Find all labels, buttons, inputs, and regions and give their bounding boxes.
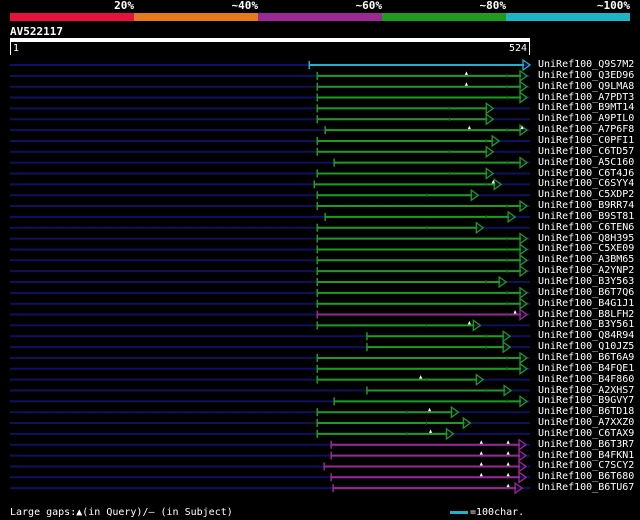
hit-name[interactable]: UniRef100_B9GVY7 — [538, 395, 634, 406]
hit-name[interactable]: UniRef100_A7PDT3 — [538, 92, 634, 103]
hit-name[interactable]: UniRef100_B6TU67 — [538, 482, 634, 493]
hit-name[interactable]: UniRef100_C6TEN6 — [538, 222, 634, 233]
hit-name[interactable]: UniRef100_C0PFI1 — [538, 135, 634, 146]
hit-name[interactable]: UniRef100_B4FQE1 — [538, 363, 634, 374]
query-gap-marker — [506, 440, 510, 444]
hit-name[interactable]: UniRef100_B4G1J1 — [538, 298, 634, 309]
hit-name[interactable]: UniRef100_C5XDP2 — [538, 189, 634, 200]
scale-label: =100char. — [470, 507, 525, 518]
hit-name[interactable]: UniRef100_B3Y563 — [538, 276, 634, 287]
query-gap-marker — [464, 82, 468, 86]
query-gap-marker — [513, 310, 517, 314]
query-gap-marker — [467, 125, 471, 130]
large-gaps-legend: Large gaps:▲(in Query)/– (in Subject) — [10, 507, 233, 518]
hit-name[interactable]: UniRef100_C6TAX9 — [538, 428, 634, 439]
hit-name[interactable]: UniRef100_B4F860 — [538, 374, 634, 385]
hit-name[interactable]: UniRef100_A7XXZ0 — [538, 417, 634, 428]
hit-name[interactable]: UniRef100_B9MT14 — [538, 102, 634, 113]
hit-name[interactable]: UniRef100_A5C160 — [538, 157, 634, 168]
scale-legend: =100char. — [450, 507, 524, 518]
hit-name[interactable]: UniRef100_B4FKN1 — [538, 450, 634, 461]
hit-name[interactable]: UniRef100_Q3ED96 — [538, 70, 634, 81]
query-gap-marker — [479, 472, 483, 477]
hit-name[interactable]: UniRef100_B3Y561 — [538, 319, 634, 330]
hit-name[interactable]: UniRef100_A7P6F8 — [538, 124, 634, 135]
hit-name[interactable]: UniRef100_C6T4J6 — [538, 168, 634, 179]
hit-name[interactable]: UniRef100_B6T680 — [538, 471, 634, 482]
hit-name[interactable]: UniRef100_A9PIL0 — [538, 113, 634, 124]
hit-name[interactable]: UniRef100_B6T3R7 — [538, 439, 634, 450]
hit-name[interactable]: UniRef100_B6TD18 — [538, 406, 634, 417]
query-gap-marker — [419, 375, 423, 379]
hit-name[interactable]: UniRef100_Q9LMA8 — [538, 81, 634, 92]
query-gap-marker — [506, 483, 510, 488]
hit-name[interactable]: UniRef100_Q9S7M2 — [538, 59, 634, 70]
hit-name[interactable]: UniRef100_C7SCY2 — [538, 460, 634, 471]
hit-name[interactable]: UniRef100_Q84R94 — [538, 330, 634, 341]
hit-name[interactable]: UniRef100_B8LFH2 — [538, 309, 634, 320]
query-gap-marker — [479, 451, 483, 455]
hit-name[interactable]: UniRef100_Q8H395 — [538, 233, 634, 244]
query-gap-marker — [479, 461, 483, 466]
query-gap-marker — [427, 407, 432, 412]
hit-name[interactable]: UniRef100_Q10JZ5 — [538, 341, 634, 352]
hit-name[interactable]: UniRef100_A3BM65 — [538, 254, 634, 265]
query-gap-marker — [506, 472, 510, 477]
hit-name[interactable]: UniRef100_A2XHS7 — [538, 385, 634, 396]
query-gap-marker — [464, 71, 468, 75]
hit-name[interactable]: UniRef100_A2YNP2 — [538, 265, 634, 276]
hit-name[interactable]: UniRef100_B6T7Q6 — [538, 287, 634, 298]
hit-name[interactable]: UniRef100_B6T6A9 — [538, 352, 634, 363]
hit-name[interactable]: UniRef100_C6TD57 — [538, 146, 634, 157]
hit-name[interactable]: UniRef100_C5XE09 — [538, 243, 634, 254]
hit-name[interactable]: UniRef100_B9RR74 — [538, 200, 634, 211]
query-gap-marker — [506, 461, 510, 466]
hit-name[interactable]: UniRef100_B9ST81 — [538, 211, 634, 222]
query-gap-marker — [467, 320, 471, 325]
query-gap-marker — [479, 440, 483, 444]
scale-swatch — [450, 510, 468, 514]
query-gap-marker — [506, 451, 510, 455]
query-gap-marker — [428, 429, 433, 433]
hit-name[interactable]: UniRef100_C6SYY4 — [538, 178, 634, 189]
